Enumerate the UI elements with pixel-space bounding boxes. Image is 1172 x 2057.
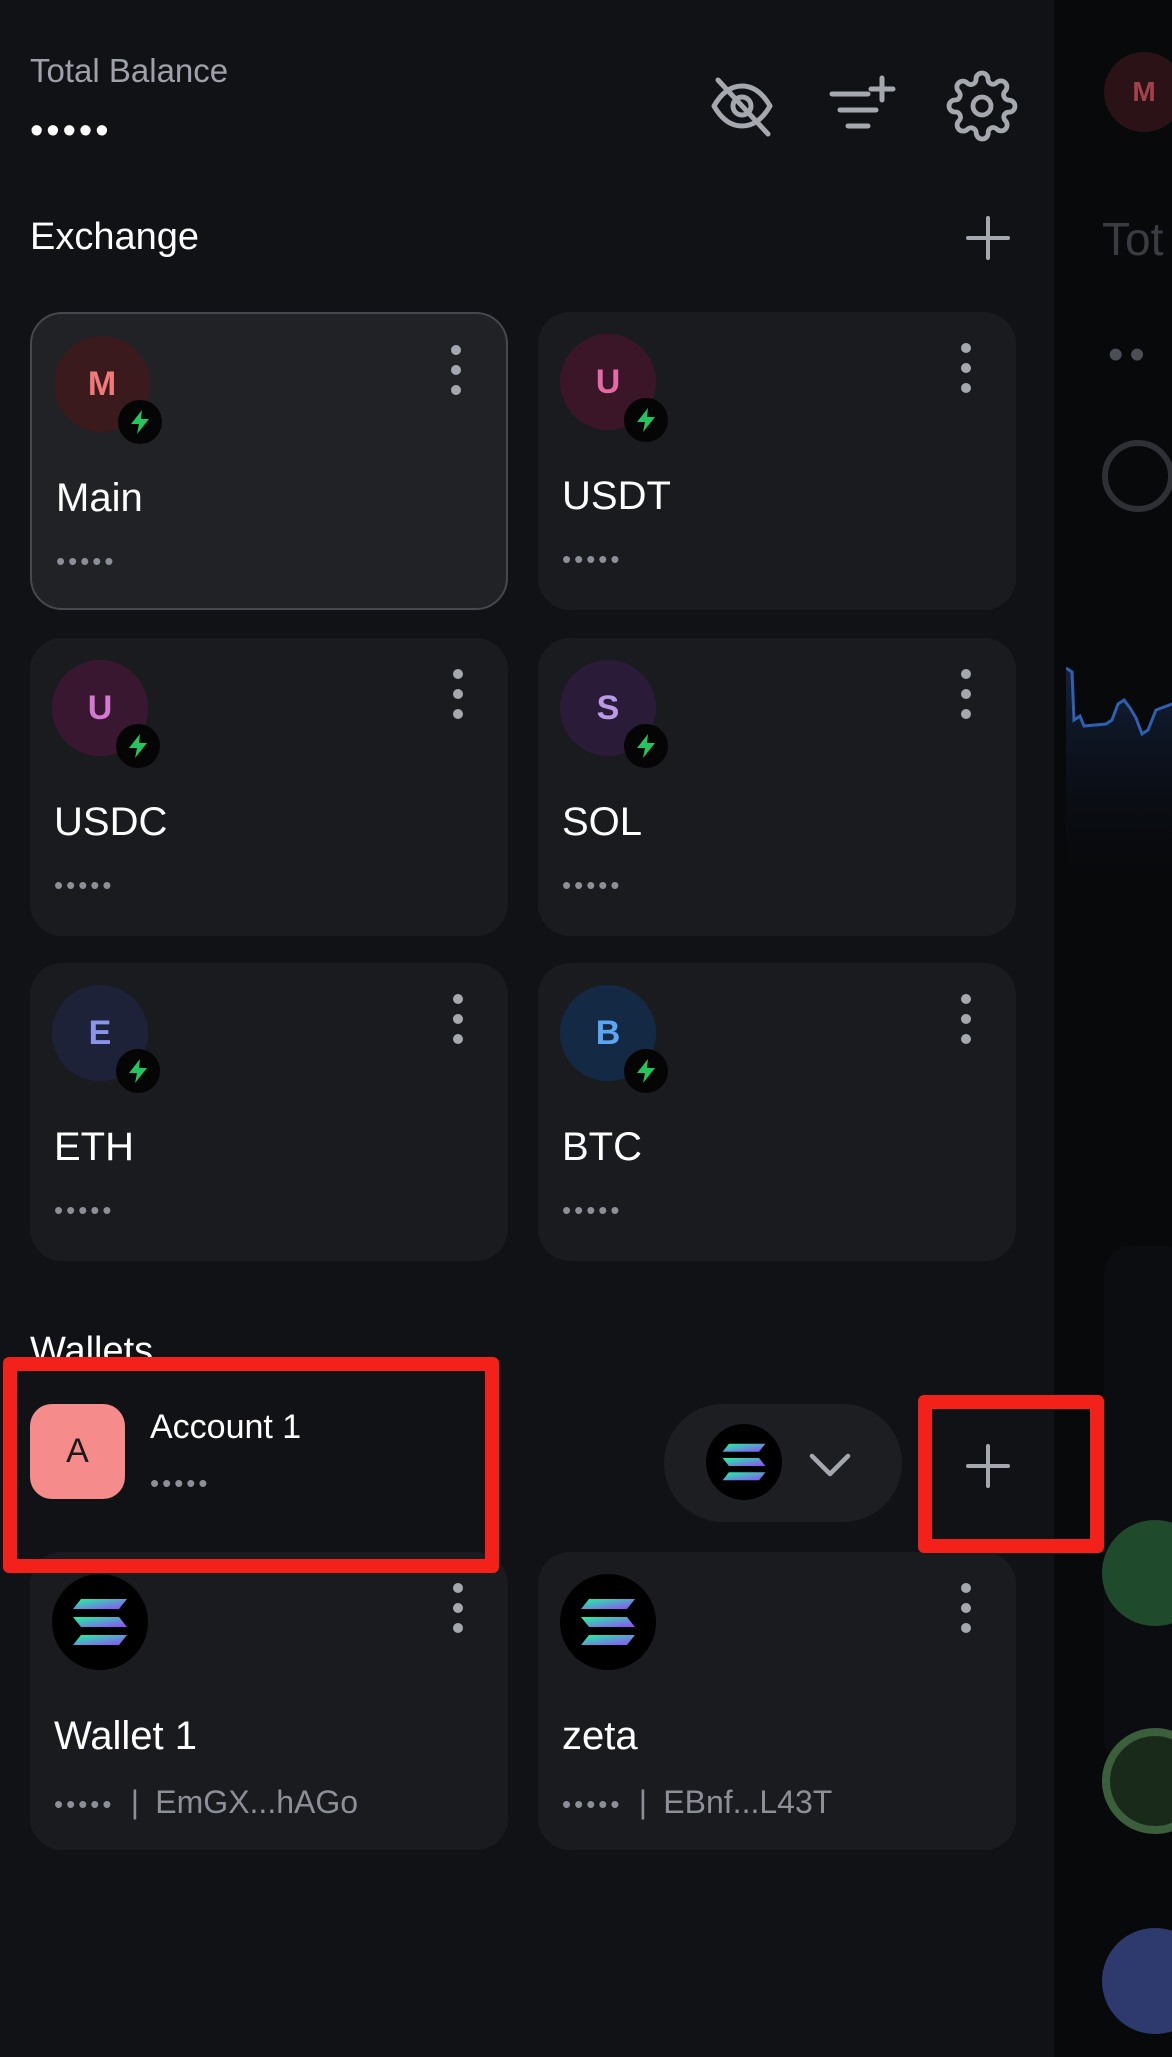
wallet-address: EBnf...L43T — [663, 1784, 833, 1820]
account-name: USDT — [562, 474, 671, 518]
account-name: BTC — [562, 1125, 642, 1169]
background-eth-coin-icon — [1102, 1928, 1172, 2034]
filter-add-button[interactable] — [826, 70, 898, 142]
solana-icon — [52, 1574, 148, 1670]
background-balance: •• — [1108, 330, 1151, 379]
lightning-icon — [116, 724, 160, 768]
account-balance: ••••• — [54, 1195, 115, 1225]
account-name: ETH — [54, 1125, 134, 1169]
more-options-button[interactable] — [956, 342, 976, 394]
lightning-icon — [116, 1049, 160, 1093]
background-title: Tot — [1102, 213, 1164, 265]
settings-button[interactable] — [946, 70, 1018, 142]
chevron-down-icon — [809, 1453, 851, 1477]
accounts-drawer: Total Balance ••••• Exchange M Main ••••• U… — [0, 0, 1054, 2057]
account-balance: ••••• — [562, 1195, 623, 1225]
wallet-card[interactable]: zeta ••••• | EBnf...L43T — [538, 1552, 1016, 1850]
exchange-account-card[interactable]: E ETH ••••• — [30, 963, 508, 1261]
wallet-address: EmGX...hAGo — [155, 1784, 359, 1820]
wallet-card[interactable]: Wallet 1 ••••• | EmGX...hAGo — [30, 1552, 508, 1850]
add-exchange-account-button[interactable] — [958, 208, 1018, 268]
exchange-account-card[interactable]: S SOL ••••• — [538, 638, 1016, 936]
more-options-button[interactable] — [446, 344, 466, 396]
wallet-balance: ••••• — [562, 1789, 623, 1819]
more-vertical-icon — [453, 994, 463, 1044]
address-separator: | — [638, 1784, 648, 1820]
account-name: USDC — [54, 800, 168, 844]
lightning-icon — [118, 400, 162, 444]
highlight-add-wallet — [918, 1395, 1104, 1553]
lightning-icon — [624, 398, 668, 442]
lightning-icon — [624, 1049, 668, 1093]
lightning-icon — [624, 724, 668, 768]
exchange-account-card[interactable]: B BTC ••••• — [538, 963, 1016, 1261]
account-balance: ••••• — [562, 544, 623, 574]
total-balance-value: ••••• — [30, 110, 112, 152]
wallet-name: Wallet 1 — [54, 1714, 198, 1758]
account-name: SOL — [562, 800, 643, 844]
account-name: Main — [56, 476, 143, 520]
more-options-button[interactable] — [956, 668, 976, 720]
wallet-balance: ••••• — [54, 1789, 115, 1819]
more-vertical-icon — [961, 343, 971, 393]
wallet-name: zeta — [562, 1714, 638, 1758]
solana-icon — [560, 1574, 656, 1670]
filter-add-icon — [829, 75, 896, 129]
background-card — [1104, 1246, 1172, 1766]
more-vertical-icon — [453, 669, 463, 719]
highlight-account-selector — [3, 1357, 499, 1573]
background-chart — [1066, 666, 1172, 880]
background-ring — [1102, 440, 1172, 512]
plus-icon — [966, 216, 1010, 260]
exchange-account-card[interactable]: U USDT ••••• — [538, 312, 1016, 610]
account-balance: ••••• — [54, 870, 115, 900]
chain-selector-button[interactable] — [664, 1404, 902, 1522]
more-options-button[interactable] — [448, 668, 468, 720]
more-vertical-icon — [961, 669, 971, 719]
more-options-button[interactable] — [956, 993, 976, 1045]
wallet-balance-address: ••••• | EBnf...L43T — [562, 1786, 832, 1818]
wallet-balance-address: ••••• | EmGX...hAGo — [54, 1786, 358, 1818]
exchange-account-card[interactable]: M Main ••••• — [30, 312, 508, 610]
background-page: M Tot •• — [1054, 0, 1172, 2057]
eye-off-icon — [711, 77, 773, 137]
gear-icon — [946, 70, 1018, 142]
hide-balance-button[interactable] — [706, 70, 778, 142]
more-options-button[interactable] — [448, 1582, 468, 1634]
more-options-button[interactable] — [448, 993, 468, 1045]
account-balance: ••••• — [56, 546, 117, 576]
total-balance-label: Total Balance — [30, 52, 229, 89]
more-vertical-icon — [453, 1583, 463, 1633]
more-options-button[interactable] — [956, 1582, 976, 1634]
more-vertical-icon — [961, 994, 971, 1044]
account-balance: ••••• — [562, 870, 623, 900]
more-vertical-icon — [451, 345, 461, 395]
exchange-title: Exchange — [30, 216, 200, 258]
solana-icon — [706, 1424, 782, 1500]
address-separator: | — [130, 1784, 140, 1820]
background-avatar: M — [1104, 52, 1172, 132]
more-vertical-icon — [961, 1583, 971, 1633]
exchange-account-card[interactable]: U USDC ••••• — [30, 638, 508, 936]
